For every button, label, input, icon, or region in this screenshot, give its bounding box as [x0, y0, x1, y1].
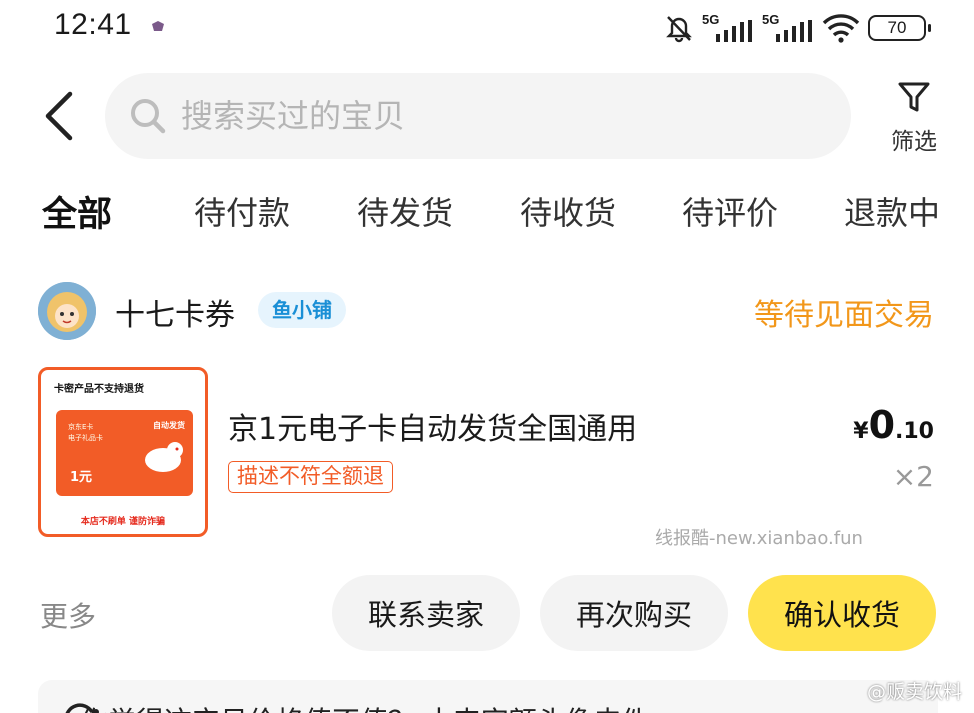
tab-pending-payment[interactable]: 待付款 [194, 188, 290, 234]
back-arrow-icon[interactable] [40, 90, 80, 142]
feedback-banner-text: 你觉得这宝贝价格值不值？ 十来字额头像皮件 [80, 700, 649, 713]
mute-icon [666, 16, 692, 43]
card-value: 1元 [70, 470, 93, 485]
signal-sim1-icon: 5G [702, 12, 754, 42]
tab-all[interactable]: 全部 [42, 186, 113, 237]
price-integer: 0 [868, 403, 896, 447]
refund-tag: 描述不符全额退 [228, 461, 393, 493]
filter-label: 筛选 [891, 129, 937, 155]
product-price: ¥0.10 [853, 403, 934, 447]
price-symbol: ¥ [853, 419, 869, 444]
thumb-top-text: 卡密产品不支持退货 [54, 384, 144, 395]
thumb-bottom-text: 本店不刷单 谨防诈骗 [80, 517, 166, 527]
status-icons: 5G 5G 70 [664, 12, 931, 44]
filter-icon [898, 82, 930, 112]
rebuy-button[interactable]: 再次购买 [540, 575, 728, 651]
tab-pending-review[interactable]: 待评价 [682, 188, 778, 234]
shop-badge: 鱼小铺 [258, 292, 346, 328]
tab-refunding[interactable]: 退款中 [844, 188, 940, 234]
card-line2: 电子礼品卡 [68, 434, 103, 442]
gift-card-image: 京东E卡电子礼品卡 自动发货 1元 [56, 410, 193, 496]
card-tag: 自动发货 [153, 421, 185, 430]
search-input[interactable] [181, 97, 741, 135]
price-decimal: .10 [895, 419, 934, 444]
shop-name[interactable]: 十七卡券 [115, 290, 235, 334]
status-bar: 12:41 5G 5G 70 [0, 0, 974, 56]
order-tabs: 全部 待付款 待发货 待收货 待评价 退款中 [0, 188, 974, 248]
product-thumbnail[interactable]: 卡密产品不支持退货 京东E卡电子礼品卡 自动发货 1元 本店不刷单 谨防诈骗 [38, 367, 208, 537]
tab-pending-receipt[interactable]: 待收货 [520, 188, 616, 234]
contact-seller-button[interactable]: 联系卖家 [332, 575, 520, 651]
watermark-text: 线报酷-new.xianbao.fun [655, 528, 863, 549]
order-status: 等待见面交易 [754, 298, 934, 333]
battery-icon: 70 [868, 15, 931, 41]
signal-sim2-icon: 5G [762, 12, 814, 42]
mascot-dog-icon [145, 442, 183, 472]
search-icon [131, 99, 166, 134]
weibo-watermark: @贩卖饮料 [866, 681, 962, 703]
confirm-receipt-button[interactable]: 确认收货 [748, 575, 936, 651]
tab-pending-shipment[interactable]: 待发货 [357, 188, 453, 234]
search-bar[interactable] [105, 73, 851, 159]
product-quantity: ×2 [892, 460, 934, 493]
more-button[interactable]: 更多 [40, 595, 96, 635]
notification-icon [152, 21, 164, 31]
wifi-icon [822, 14, 860, 43]
product-title[interactable]: 京1元电子卡自动发货全国通用 [228, 404, 637, 448]
card-line1: 京东E卡 [68, 423, 94, 431]
filter-button[interactable]: 筛选 [884, 80, 944, 156]
status-time: 12:41 [54, 8, 132, 41]
shop-avatar[interactable] [38, 282, 96, 340]
